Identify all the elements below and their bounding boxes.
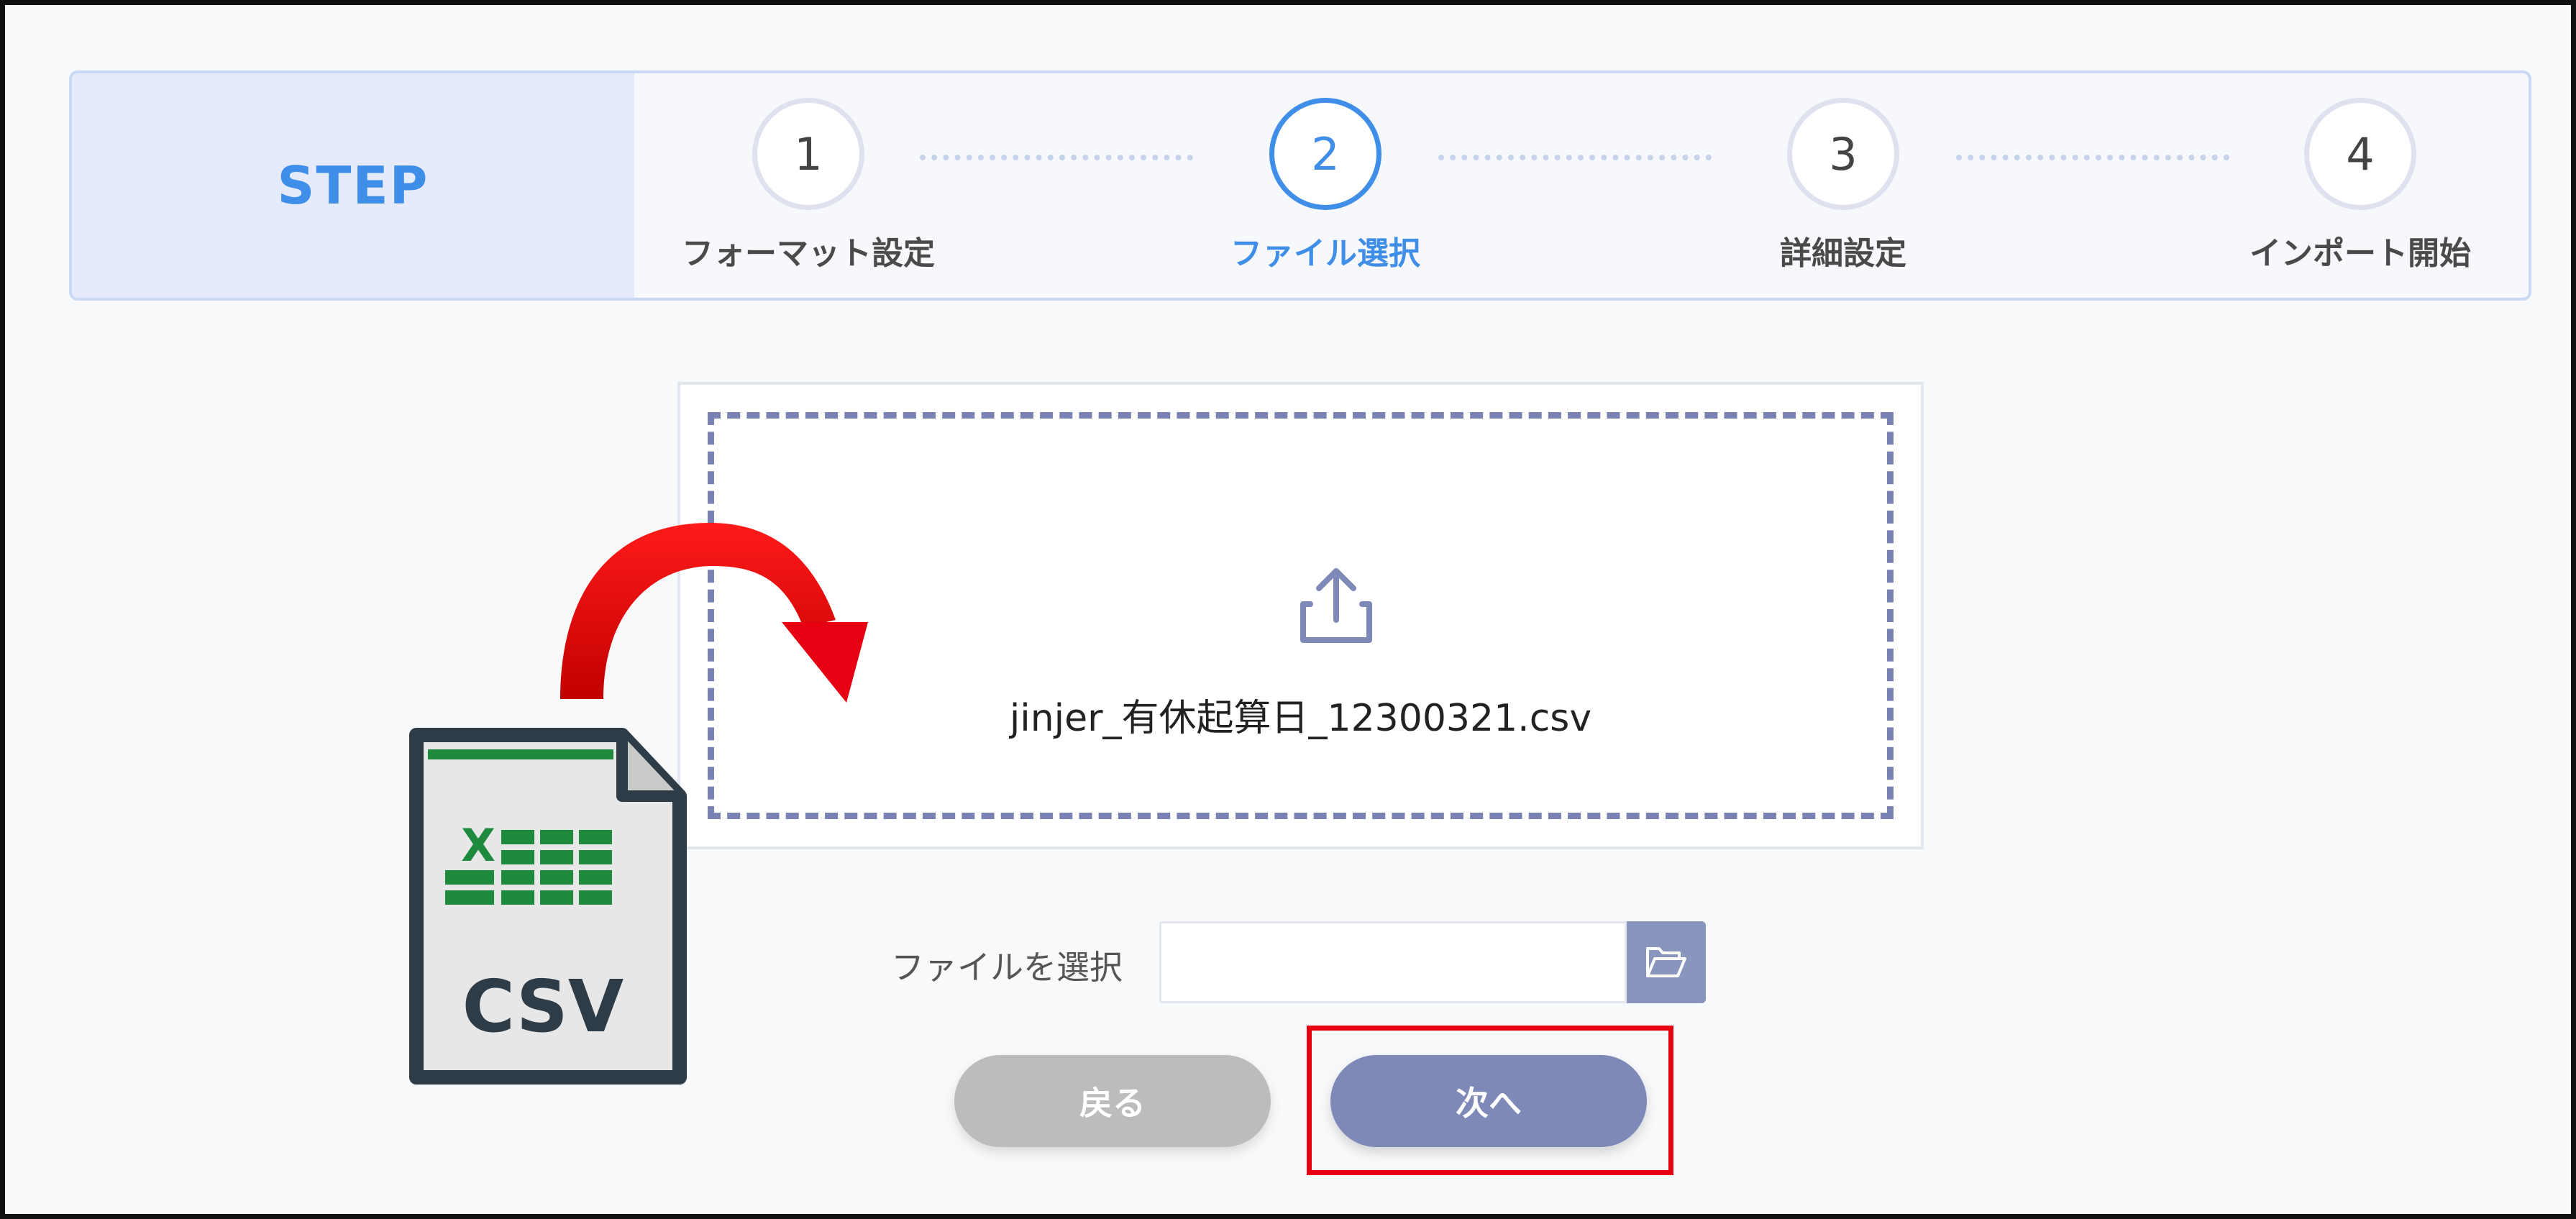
next-button-highlight: [1307, 1026, 1673, 1175]
csv-file-icon: X CSV: [409, 728, 687, 1085]
dropzone-dashed-area[interactable]: jinjer_有休起算日_12300321.csv: [708, 412, 1894, 819]
drag-arrow-illustration: [560, 523, 868, 703]
step-number: 2: [1269, 98, 1381, 210]
folder-open-icon: [1646, 947, 1686, 977]
step-label: インポート開始: [2250, 235, 2471, 272]
step-label: 詳細設定: [1780, 235, 1906, 272]
step-1: 1 フォーマット設定: [643, 98, 974, 273]
back-button[interactable]: 戻る: [954, 1055, 1271, 1147]
csv-label: CSV: [462, 964, 624, 1049]
step-number: 1: [752, 98, 864, 210]
browse-folder-button[interactable]: [1627, 921, 1706, 1003]
file-path-input[interactable]: [1159, 921, 1627, 1003]
excel-x-mark: X: [461, 819, 495, 872]
step-3: 3 詳細設定: [1678, 98, 2009, 273]
step-number: 3: [1787, 98, 1899, 210]
screenshot-frame: STEP 1 フォーマット設定 2 ファイル選択 3 詳細設定 4 インポート開…: [0, 0, 2576, 1219]
import-stepper: STEP 1 フォーマット設定 2 ファイル選択 3 詳細設定 4 インポート開…: [69, 70, 2531, 301]
selected-file-name: jinjer_有休起算日_12300321.csv: [1009, 697, 1592, 740]
step-label: フォーマット設定: [682, 235, 935, 272]
step-number: 4: [2304, 98, 2416, 210]
file-select-label: ファイルを選択: [891, 948, 1123, 987]
step-title: STEP: [277, 155, 429, 216]
step-header: STEP: [72, 73, 634, 298]
step-4: 4 インポート開始: [2195, 98, 2526, 273]
upload-icon: [1300, 568, 1372, 643]
step-2: 2 ファイル選択: [1160, 98, 1491, 273]
step-label: ファイル選択: [1230, 235, 1420, 272]
